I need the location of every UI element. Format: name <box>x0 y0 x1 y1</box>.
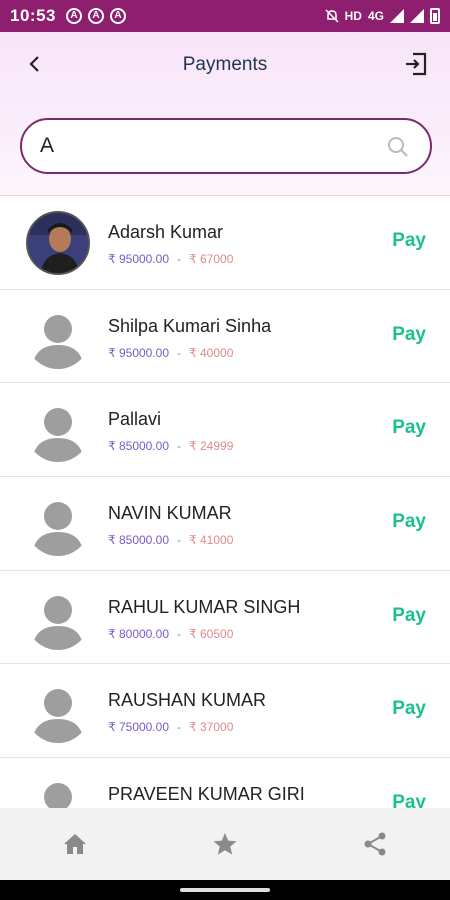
payee-amounts: ₹ 95000.00 - ₹ 40000 <box>108 346 233 360</box>
avatar-placeholder <box>26 305 90 369</box>
system-navigation-bar <box>0 880 450 900</box>
total-amount: ₹ 95000.00 <box>108 345 170 360</box>
search-bar <box>20 118 432 174</box>
total-amount: ₹ 95000.00 <box>108 252 170 266</box>
profile-photo-icon <box>28 213 88 273</box>
payee-name: PRAVEEN KUMAR GIRI <box>108 784 305 805</box>
avatar-placeholder <box>26 492 90 557</box>
nav-home-button[interactable] <box>45 824 105 864</box>
person-silhouette-icon <box>32 502 84 557</box>
star-icon <box>213 833 237 855</box>
person-silhouette-icon <box>32 408 84 463</box>
paid-amount: ₹ 60500 <box>189 626 234 641</box>
header: Payments <box>0 32 450 196</box>
amount-separator: - <box>177 626 182 641</box>
total-amount: ₹ 85000.00 <box>108 439 170 454</box>
payee-row[interactable]: PRAVEEN KUMAR GIRI Pay <box>0 758 450 808</box>
bottom-nav <box>0 808 450 880</box>
paid-amount: ₹ 40000 <box>189 345 234 360</box>
search-icon[interactable] <box>386 135 410 159</box>
payee-row[interactable]: RAUSHAN KUMAR ₹ 75000.00 - ₹ 37000 Pay <box>0 664 450 759</box>
pay-button[interactable]: Pay <box>392 605 426 627</box>
amount-separator: - <box>177 252 182 266</box>
payee-amounts: ₹ 85000.00 - ₹ 24999 <box>108 439 233 453</box>
person-silhouette-icon <box>32 595 84 650</box>
notification-icons: A A A <box>65 8 126 24</box>
home-indicator[interactable] <box>180 888 270 892</box>
nav-share-button[interactable] <box>345 824 405 864</box>
paid-amount: ₹ 67000 <box>189 252 234 266</box>
share-icon <box>364 832 386 856</box>
pay-button[interactable]: Pay <box>392 792 426 808</box>
notification-badge-icon: A <box>87 8 104 24</box>
page-title: Payments <box>182 54 268 75</box>
mute-icon <box>325 9 339 23</box>
status-time: 10:53 <box>10 6 56 25</box>
total-amount: ₹ 80000.00 <box>108 626 170 641</box>
paid-amount: ₹ 24999 <box>189 439 234 454</box>
avatar-placeholder <box>26 586 90 650</box>
signal-icon <box>410 9 424 23</box>
payee-list: Adarsh Kumar ₹ 95000.00 - ₹ 67000 Pay Sh… <box>0 196 450 808</box>
person-silhouette-icon <box>44 783 72 808</box>
payee-name: RAHUL KUMAR SINGH <box>108 596 301 617</box>
network-type-label: 4G <box>367 9 384 23</box>
home-icon <box>64 834 86 854</box>
search-input[interactable] <box>40 130 370 162</box>
pay-button[interactable]: Pay <box>392 698 426 720</box>
pay-button[interactable]: Pay <box>392 324 426 346</box>
payee-row[interactable]: Shilpa Kumari Sinha ₹ 95000.00 - ₹ 40000… <box>0 289 450 384</box>
battery-icon <box>430 8 440 24</box>
logout-icon <box>406 52 427 76</box>
paid-amount: ₹ 41000 <box>189 533 234 548</box>
payee-amounts: ₹ 95000.00 - ₹ 67000 <box>108 252 233 266</box>
nav-favorites-button[interactable] <box>195 824 255 864</box>
payee-row[interactable]: Pallavi ₹ 85000.00 - ₹ 24999 Pay <box>0 383 450 478</box>
payee-name: RAUSHAN KUMAR <box>108 690 267 711</box>
amount-separator: - <box>177 439 182 454</box>
payee-amounts: ₹ 75000.00 - ₹ 37000 <box>108 720 233 734</box>
pay-button[interactable]: Pay <box>392 511 426 533</box>
paid-amount: ₹ 37000 <box>189 720 234 735</box>
logout-button[interactable] <box>402 50 430 78</box>
payee-name: NAVIN KUMAR <box>108 503 232 524</box>
payee-name: Adarsh Kumar <box>108 222 224 242</box>
pay-button[interactable]: Pay <box>392 230 426 252</box>
avatar-placeholder <box>26 773 90 808</box>
person-silhouette-icon <box>32 314 84 369</box>
payee-name: Pallavi <box>108 409 162 430</box>
total-amount: ₹ 85000.00 <box>108 533 170 548</box>
hd-label: HD <box>344 9 362 23</box>
notification-badge-icon: A <box>109 8 126 24</box>
person-silhouette-icon <box>32 689 84 744</box>
total-amount: ₹ 75000.00 <box>108 720 170 735</box>
payee-amounts: ₹ 80000.00 - ₹ 60500 <box>108 627 233 641</box>
amount-separator: - <box>177 720 182 735</box>
payee-name: Shilpa Kumari Sinha <box>108 315 272 336</box>
avatar-photo <box>26 211 90 275</box>
payee-amounts: ₹ 85000.00 - ₹ 41000 <box>108 533 233 547</box>
payee-row[interactable]: RAHUL KUMAR SINGH ₹ 80000.00 - ₹ 60500 P… <box>0 570 450 665</box>
signal-icon <box>390 9 404 23</box>
status-bar: 10:53 A A A HD 4G <box>0 0 450 32</box>
notification-badge-icon: A <box>65 8 82 24</box>
avatar-placeholder <box>26 398 90 463</box>
payee-row[interactable]: NAVIN KUMAR ₹ 85000.00 - ₹ 41000 Pay <box>0 477 450 571</box>
avatar-placeholder <box>26 679 90 744</box>
amount-separator: - <box>177 345 182 360</box>
status-right: HD 4G <box>325 8 440 24</box>
amount-separator: - <box>177 533 182 548</box>
pay-button[interactable]: Pay <box>392 417 426 439</box>
payee-row[interactable]: Adarsh Kumar ₹ 95000.00 - ₹ 67000 Pay <box>0 196 450 290</box>
